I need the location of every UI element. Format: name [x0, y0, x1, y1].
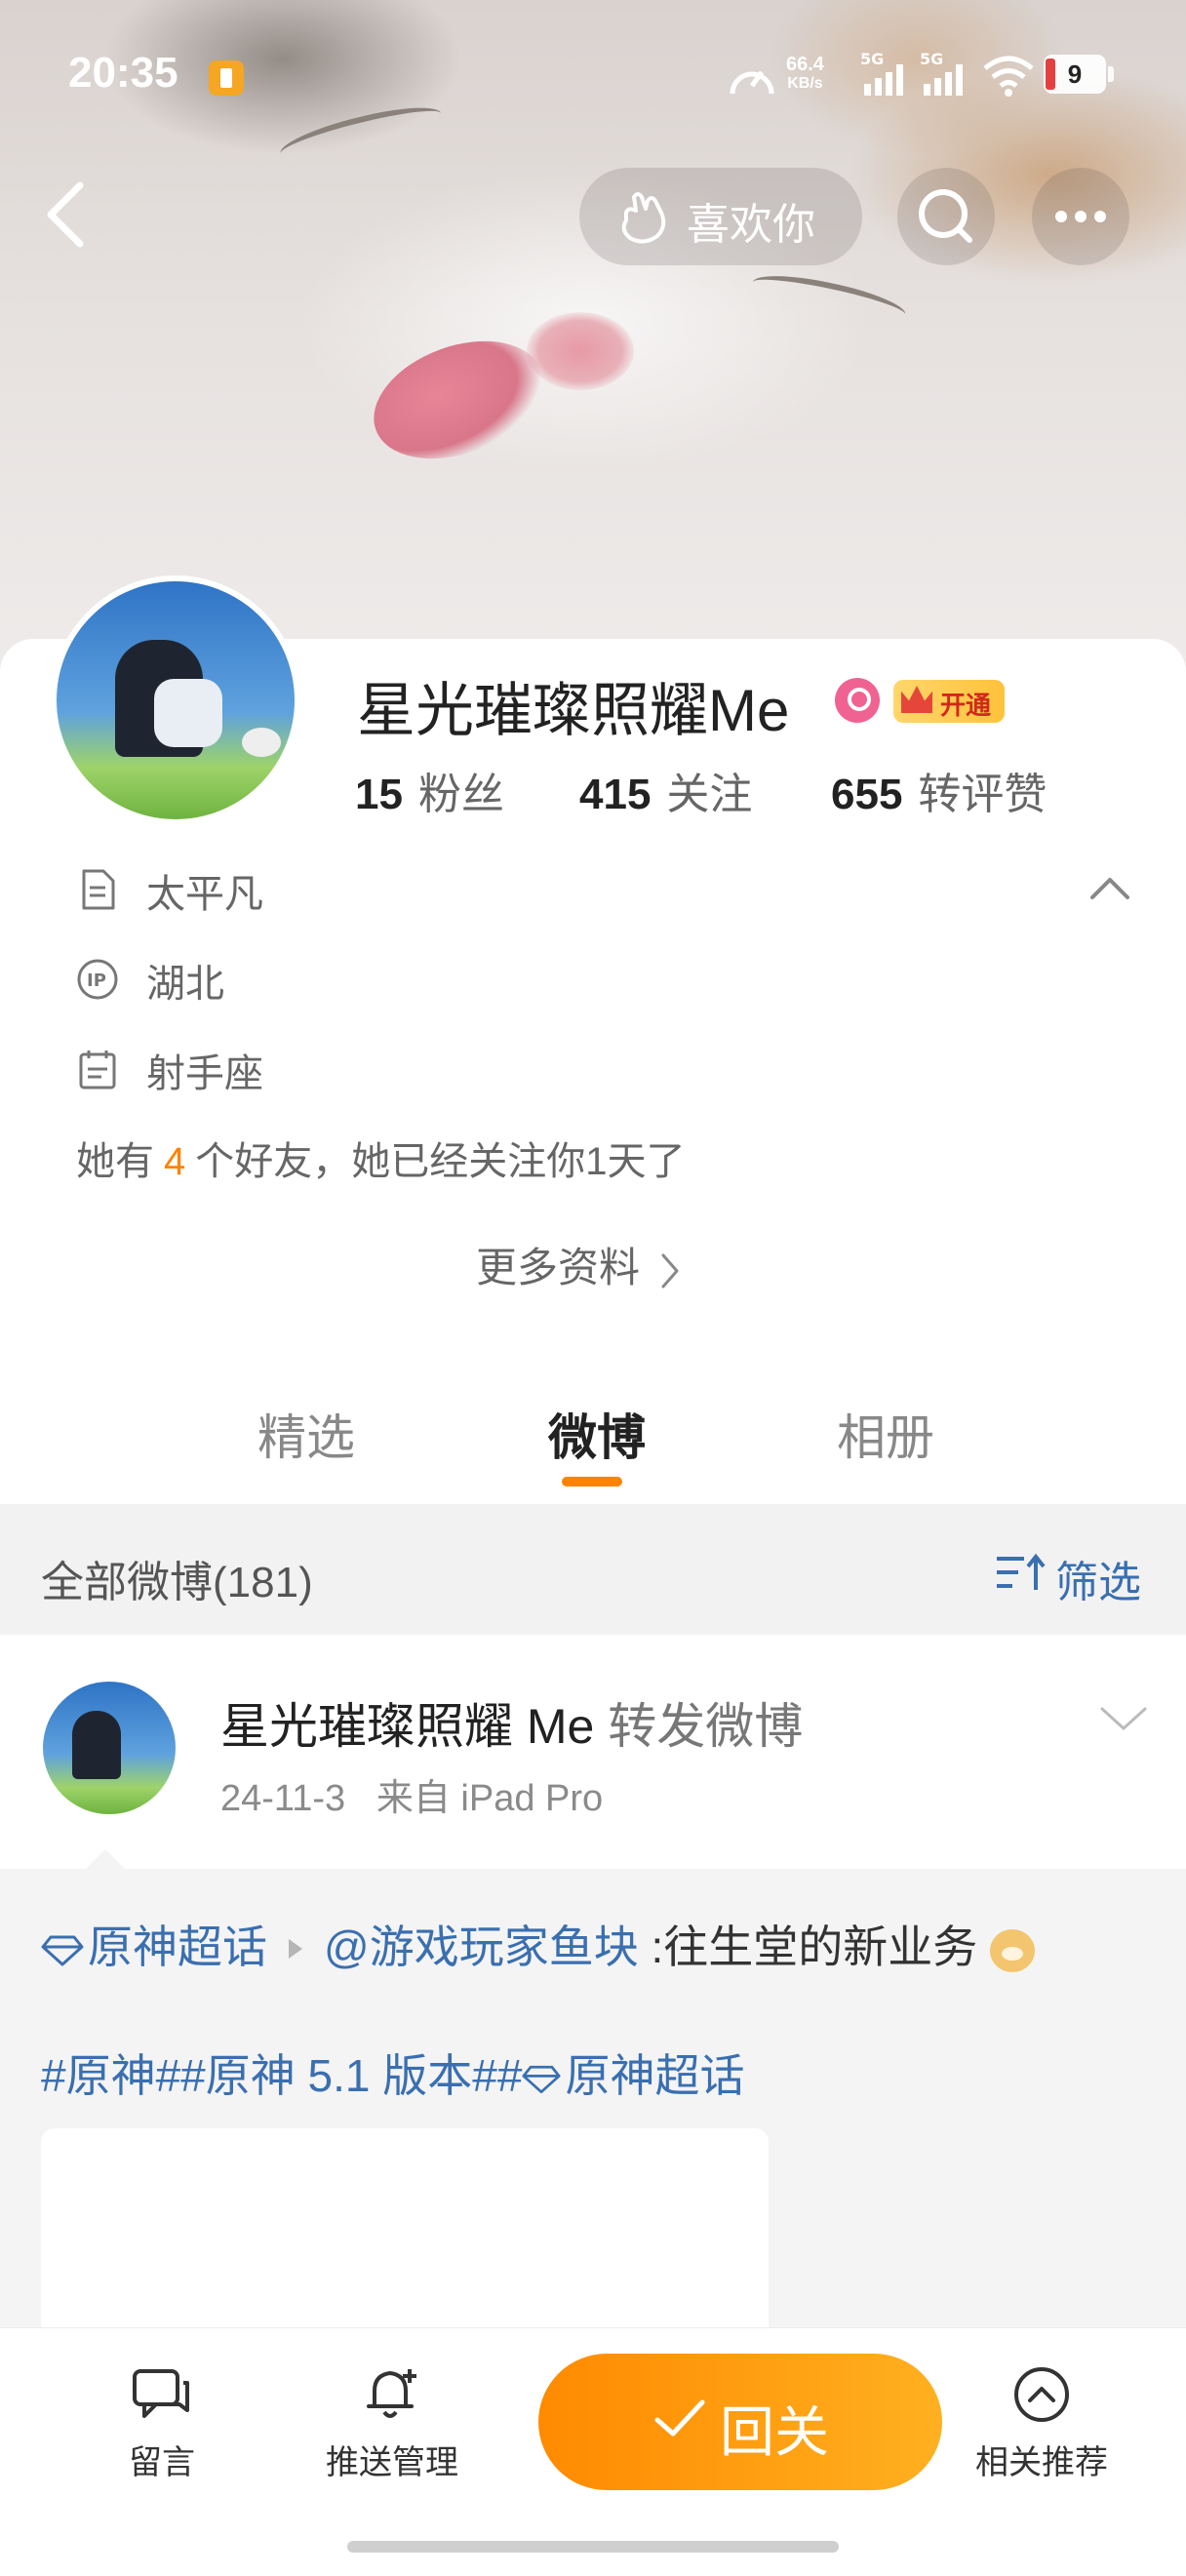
post-meta: 24-11-3 来自 iPad Pro: [220, 1767, 603, 1821]
crown-icon: [901, 686, 932, 713]
vip-open-label: 开通: [940, 691, 992, 720]
friends-prefix: 她有: [76, 1140, 154, 1183]
post-date: 24-11-3: [220, 1778, 346, 1819]
battery-level: 9: [1067, 59, 1083, 89]
post-action: 转发微博: [608, 1699, 804, 1754]
message-label: 留言: [129, 2444, 195, 2481]
speedometer-icon: [730, 70, 774, 95]
repost-tags-link[interactable]: #原神##原神 5.1 版本#: [41, 2050, 497, 2101]
friends-suffix: 个好友，她已经关注你1天了: [195, 1140, 686, 1183]
avatar[interactable]: [51, 575, 300, 825]
chevron-down-icon[interactable]: [1098, 1703, 1149, 1734]
chevron-up-icon[interactable]: [1088, 874, 1131, 903]
play-triangle-icon: [289, 1939, 302, 1959]
profile-name: 星光璀璨照耀Me: [357, 678, 790, 743]
push-settings-button[interactable]: 推送管理: [314, 2365, 470, 2483]
battery-tip: [1108, 66, 1114, 82]
post-avatar-figure: [72, 1711, 121, 1779]
more-dots-icon: [1055, 211, 1106, 222]
calendar-icon: [79, 1050, 116, 1090]
net-rate-value: 66.4: [786, 54, 824, 75]
svg-text:5G: 5G: [860, 51, 884, 68]
filter-sort-icon: [997, 1553, 1046, 1590]
filter-label: 筛选: [1055, 1559, 1141, 1606]
signal-5g-icon: 5G: [860, 51, 903, 96]
post-source: 来自 iPad Pro: [376, 1778, 604, 1819]
repost-super-topic-link[interactable]: 原神超话: [565, 2050, 744, 2101]
more-info-label: 更多资料: [476, 1245, 641, 1290]
circle-chevron-up-icon: [1014, 2367, 1069, 2422]
svg-text:5G: 5G: [920, 51, 943, 68]
friends-count: 4: [164, 1140, 186, 1183]
back-arrow-icon[interactable]: [37, 176, 96, 254]
chat-bubbles-icon: [133, 2369, 189, 2418]
active-tab-indicator: [562, 1477, 622, 1486]
wifi-icon: [983, 56, 1034, 97]
post-header: 星光璀璨照耀 Me 转发微博: [220, 1687, 803, 1758]
search-icon: [919, 189, 972, 243]
related-recommend-label: 相关推荐: [975, 2444, 1108, 2481]
stat-fans-label: 粉丝: [417, 771, 504, 818]
diamond-icon: [522, 2065, 561, 2093]
post-author-name[interactable]: 星光璀璨照耀 Me: [220, 1699, 594, 1754]
status-bar: 20:35 66.4 KB/s 5G 5G 9: [0, 39, 1186, 117]
repost-mention-link[interactable]: @游戏玩家鱼块: [324, 1922, 639, 1972]
bell-plus-icon: [367, 2369, 416, 2418]
repost-topic-link[interactable]: 原神超话: [88, 1922, 267, 1972]
document-icon: [82, 869, 115, 910]
all-posts-label[interactable]: 全部微博(181): [41, 1547, 313, 1609]
like-you-label: 喜欢你: [687, 201, 815, 249]
search-button[interactable]: [897, 168, 995, 265]
hand-heart-icon: [621, 192, 666, 244]
svg-text:IP: IP: [87, 971, 106, 991]
net-rate-unit: KB/s: [787, 75, 823, 92]
repost-notch: [84, 1849, 127, 1871]
signal-5g-icon: 5G: [920, 51, 963, 96]
avatar-figure-shirt: [154, 679, 222, 747]
verified-badge-icon[interactable]: [835, 678, 880, 723]
net-rate: 66.4 KB/s: [786, 55, 824, 94]
follow-back-label: 回关: [720, 2401, 829, 2463]
repost-tags: #原神##原神 5.1 版本## 原神超话: [41, 2050, 745, 2101]
tab-featured[interactable]: 精选: [257, 1399, 355, 1469]
bottom-action-bar: 留言 推送管理 回关 相关推荐: [0, 2327, 1186, 2576]
push-settings-label: 推送管理: [326, 2444, 458, 2481]
bio-text: 太平凡: [146, 873, 263, 916]
cover-cat-eye-right: [749, 266, 909, 331]
chevron-right-icon: [661, 1253, 679, 1288]
more-info-link[interactable]: 更多资料: [476, 1235, 681, 1294]
stat-interactions[interactable]: 655 转评赞: [831, 759, 1047, 821]
follow-back-button[interactable]: 回关: [538, 2354, 942, 2490]
notification-icon: [209, 60, 244, 96]
friends-summary[interactable]: 她有 4 个好友，她已经关注你1天了: [76, 1129, 686, 1186]
zodiac-text: 射手座: [146, 1052, 263, 1095]
stat-interactions-label: 转评赞: [918, 771, 1048, 818]
vip-open-badge[interactable]: 开通: [893, 680, 1005, 723]
battery-icon: 9: [1044, 55, 1106, 94]
ip-text: 湖北: [146, 963, 224, 1006]
tab-album[interactable]: 相册: [837, 1399, 934, 1469]
stat-fans-value: 15: [355, 771, 403, 818]
repost-text: :往生堂的新业务: [651, 1922, 978, 1972]
doge-emoji-icon: [990, 1928, 1036, 1972]
stat-following[interactable]: 415 关注: [579, 759, 752, 821]
diamond-icon: [41, 1935, 84, 1966]
status-time: 20:35: [68, 49, 178, 97]
post-author-avatar[interactable]: [43, 1682, 176, 1814]
repost-line: 原神超话 @游戏玩家鱼块 :往生堂的新业务: [41, 1912, 1036, 1976]
post-filter-bar: 全部微博(181) 筛选: [0, 1504, 1186, 1635]
ip-location-icon: IP: [77, 959, 118, 1000]
stat-interactions-value: 655: [831, 771, 903, 818]
avatar-sheep: [242, 728, 281, 757]
stat-following-value: 415: [579, 771, 652, 818]
home-indicator[interactable]: [347, 2541, 839, 2553]
like-you-button[interactable]: 喜欢你: [579, 168, 862, 265]
stat-fans[interactable]: 15 粉丝: [355, 759, 504, 821]
related-recommend-button[interactable]: 相关推荐: [964, 2365, 1120, 2483]
checkmark-icon: [654, 2399, 705, 2437]
tab-weibo[interactable]: 微博: [548, 1399, 646, 1469]
more-options-button[interactable]: [1032, 168, 1129, 265]
stat-following-label: 关注: [666, 771, 753, 818]
message-button[interactable]: 留言: [84, 2365, 240, 2483]
